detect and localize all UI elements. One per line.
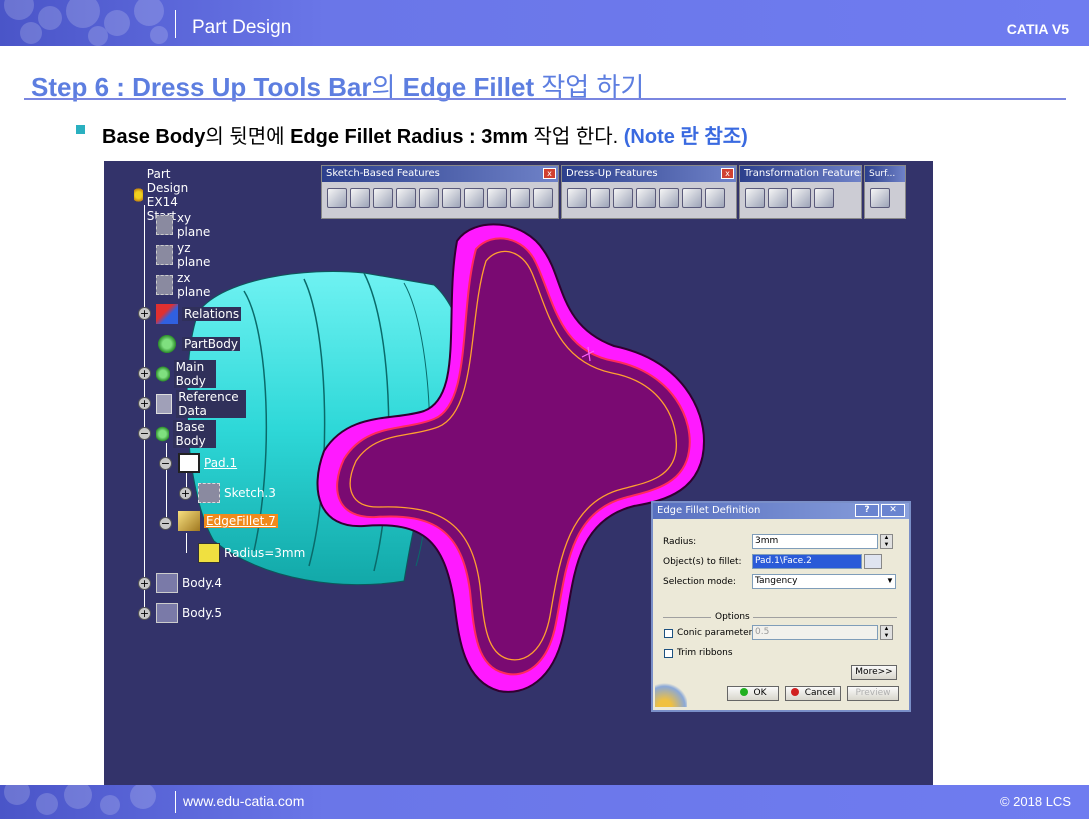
bullet-icon xyxy=(76,125,85,134)
body-icon xyxy=(156,573,178,593)
footer-bar: www.edu-catia.com © 2018 LCS xyxy=(0,785,1089,819)
close-button[interactable]: ✕ xyxy=(881,504,905,517)
tree-item-xy-plane[interactable]: xy plane xyxy=(156,211,215,239)
expand-icon[interactable]: + xyxy=(138,367,151,380)
collapse-icon[interactable]: − xyxy=(159,457,172,470)
footer-decoration xyxy=(0,785,175,819)
part-icon xyxy=(134,185,143,205)
catia-logo-icon xyxy=(655,681,687,707)
objects-label: Object(s) to fillet: xyxy=(663,557,742,567)
header-title: Part Design xyxy=(192,17,292,38)
preview-button[interactable]: Preview xyxy=(847,686,899,701)
edit-list-icon[interactable] xyxy=(864,554,882,569)
chevron-down-icon: ▼ xyxy=(886,576,894,585)
tree-item-base-body[interactable]: Base Body xyxy=(156,420,217,448)
body-icon xyxy=(156,334,178,354)
objects-input[interactable]: Pad.1\Face.2 xyxy=(752,554,862,569)
expand-icon[interactable]: + xyxy=(138,397,151,410)
parameter-icon xyxy=(198,543,220,563)
plane-icon xyxy=(156,245,174,265)
tree-item-yz-plane[interactable]: yz plane xyxy=(156,241,215,269)
footer-copyright: © 2018 LCS xyxy=(999,794,1071,809)
conic-checkbox[interactable] xyxy=(664,629,673,638)
ok-button[interactable]: OK xyxy=(727,686,779,701)
tree-item-sketch[interactable]: Sketch.3 xyxy=(198,483,276,503)
tree-item-relations[interactable]: Relations xyxy=(156,304,242,324)
mode-select[interactable]: Tangency xyxy=(752,574,896,589)
toolbar-sketch-based[interactable]: Sketch-Based Features x xyxy=(321,165,559,219)
body-icon xyxy=(156,424,170,444)
trim-label: Trim ribbons xyxy=(677,648,733,658)
collapse-icon[interactable]: − xyxy=(138,427,151,440)
catia-viewport[interactable]: Part Design EX14 Start xy plane yz plane… xyxy=(104,161,933,785)
conic-label: Conic parameter: xyxy=(677,628,756,638)
header-bar: Part Design CATIA V5 xyxy=(0,0,1089,46)
help-button[interactable]: ? xyxy=(855,504,879,517)
tree-item-radius[interactable]: Radius=3mm xyxy=(198,543,305,563)
conic-input[interactable]: 0.5 xyxy=(752,625,878,640)
tree-item-edgefillet[interactable]: EdgeFillet.7 xyxy=(178,511,278,531)
mode-label: Selection mode: xyxy=(663,577,736,587)
toolbar-dress-up[interactable]: Dress-Up Features x xyxy=(561,165,737,219)
cancel-icon xyxy=(790,688,799,696)
ok-icon xyxy=(739,688,748,696)
tree-item-reference-data[interactable]: Reference Data xyxy=(156,390,247,418)
toolbar-transformation[interactable]: Transformation Features xyxy=(739,165,862,219)
expand-icon[interactable]: + xyxy=(138,577,151,590)
tree-item-zx-plane[interactable]: zx plane xyxy=(156,271,215,299)
close-icon[interactable]: x xyxy=(721,168,734,179)
tree-item-main-body[interactable]: Main Body xyxy=(156,360,217,388)
radius-input[interactable]: 3mm xyxy=(752,534,878,549)
collapse-icon[interactable]: − xyxy=(159,517,172,530)
trim-checkbox[interactable] xyxy=(664,649,673,658)
edge-fillet-dialog[interactable]: Edge Fillet Definition ? ✕ Radius: 3mm ▲ ▼… xyxy=(651,501,911,712)
header-decoration xyxy=(0,0,175,46)
radius-spinner[interactable]: ▲ ▼ xyxy=(880,534,893,549)
more-button[interactable]: More>> xyxy=(851,665,897,680)
expand-icon[interactable]: + xyxy=(179,487,192,500)
toolbar-surface[interactable]: Surf... xyxy=(864,165,906,219)
expand-icon[interactable]: + xyxy=(138,307,151,320)
radius-label: Radius: xyxy=(663,537,697,547)
cancel-button[interactable]: Cancel xyxy=(785,686,841,701)
footer-url[interactable]: www.edu-catia.com xyxy=(183,793,304,809)
close-icon[interactable]: x xyxy=(543,168,556,179)
tree-item-pad[interactable]: Pad.1 xyxy=(178,453,237,473)
tree-item-body5[interactable]: Body.5 xyxy=(156,603,222,623)
body-icon xyxy=(156,364,170,384)
expand-icon[interactable]: + xyxy=(138,607,151,620)
body-icon xyxy=(156,603,178,623)
relations-icon xyxy=(156,304,178,324)
options-label: Options xyxy=(715,612,750,622)
tree-root[interactable]: Part Design EX14 Start xyxy=(134,167,201,223)
tree-item-body4[interactable]: Body.4 xyxy=(156,573,222,593)
tree-item-partbody[interactable]: PartBody xyxy=(156,334,240,354)
edge-fillet-icon xyxy=(178,511,200,531)
instruction-text: Base Body의 뒷면에 Edge Fillet Radius : 3mm … xyxy=(102,126,748,148)
pad-icon xyxy=(178,453,200,473)
plane-icon xyxy=(156,275,174,295)
conic-spinner[interactable]: ▲ ▼ xyxy=(880,625,893,640)
sketch-icon xyxy=(198,483,220,503)
geometrical-set-icon xyxy=(156,394,173,414)
plane-icon xyxy=(156,215,173,235)
header-brand: CATIA V5 xyxy=(1006,21,1069,37)
title-underline xyxy=(24,98,1066,100)
